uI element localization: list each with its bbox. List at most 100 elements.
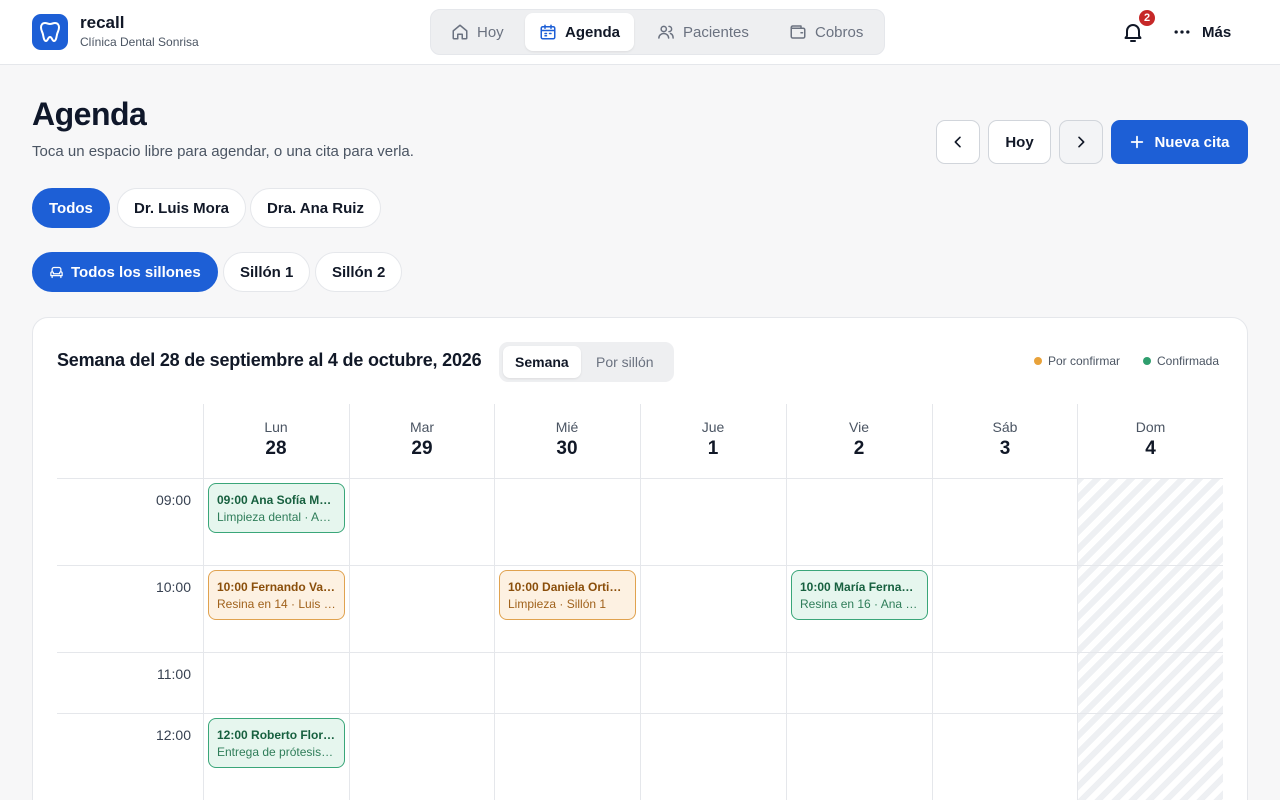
pending-dot-icon: [1034, 357, 1042, 365]
day-number: 3: [999, 438, 1011, 459]
home-icon: [452, 24, 468, 40]
filter-chair-todos[interactable]: Todos los sillones: [32, 252, 218, 292]
appointment-title: 10:00 Fernando Va…: [217, 580, 336, 594]
nav-item-pacientes[interactable]: Pacientes: [643, 13, 763, 51]
day-number: 1: [707, 438, 719, 459]
appointment-title: 12:00 Roberto Flor…: [217, 728, 336, 742]
legend-confirmed: Confirmada: [1143, 354, 1219, 368]
legend-label: Confirmada: [1157, 354, 1220, 368]
nav-item-hoy[interactable]: Hoy: [437, 13, 518, 51]
appointment-card[interactable]: 10:00 María Ferna… Resina en 16 · Ana R…: [791, 570, 928, 620]
day-header: Mié 30: [494, 404, 639, 478]
wallet-icon: [790, 25, 806, 39]
legend-label: Por confirmar: [1048, 354, 1121, 368]
top-bar: recall Clínica Dental Sonrisa Hoy Agenda…: [0, 0, 1280, 65]
appointment-title: 10:00 María Ferna…: [800, 580, 914, 594]
hour-label: 10:00: [155, 579, 191, 595]
day-header: Jue 1: [640, 404, 785, 478]
nav-label: Pacientes: [683, 23, 749, 41]
day-header: Dom 4: [1077, 404, 1223, 478]
week-title: Semana del 28 de septiembre al 4 de octu…: [57, 350, 482, 370]
day-name: Dom: [1135, 419, 1166, 435]
previous-week-button[interactable]: [936, 120, 980, 164]
row-divider: [57, 478, 1223, 479]
hour-label: 12:00: [155, 727, 191, 743]
day-number: 30: [556, 438, 578, 459]
chevron-left-icon: [954, 136, 961, 148]
calendar-card: Semana del 28 de septiembre al 4 de octu…: [32, 317, 1248, 800]
ellipsis-icon: [1174, 30, 1190, 34]
nav-item-agenda[interactable]: Agenda: [525, 13, 635, 51]
page-subtitle: Toca un espacio libre para agendar, o un…: [32, 143, 414, 160]
view-chair-tab[interactable]: Por sillón: [584, 346, 666, 378]
day-header: Sáb 3: [932, 404, 1077, 478]
next-week-button[interactable]: [1059, 120, 1103, 164]
brand-name: recall: [80, 13, 125, 32]
filter-doctor-todos[interactable]: Todos: [32, 188, 110, 228]
appointment-detail: Limpieza · Sillón 1: [508, 597, 607, 611]
filter-chair-2[interactable]: Sillón 2: [315, 252, 403, 292]
appointment-title: 09:00 Ana Sofía M…: [217, 493, 332, 507]
column-divider: [1077, 404, 1078, 800]
appointment-detail: Resina en 16 · Ana R…: [800, 597, 919, 611]
column-divider: [494, 404, 495, 800]
view-switch: Semana Por sillón: [499, 342, 674, 382]
column-divider: [203, 404, 204, 800]
day-header: Vie 2: [786, 404, 931, 478]
chip-label: Todos los sillones: [71, 263, 201, 281]
more-button[interactable]: Más: [1172, 20, 1231, 44]
new-appointment-button[interactable]: Nueva cita: [1111, 120, 1248, 164]
appointment-card[interactable]: 09:00 Ana Sofía M… Limpieza dental · A…: [208, 483, 345, 533]
view-week-tab[interactable]: Semana: [503, 346, 581, 378]
chevron-right-icon: [1078, 136, 1085, 148]
day-number: 4: [1145, 438, 1156, 459]
tooth-logo-icon[interactable]: [32, 14, 68, 50]
today-button[interactable]: Hoy: [988, 120, 1051, 164]
nav-label: Cobros: [815, 23, 864, 41]
day-name: Vie: [849, 419, 869, 435]
plus-icon: [1131, 135, 1144, 149]
page-title: Agenda: [32, 96, 147, 132]
column-divider: [786, 404, 787, 800]
column-divider: [640, 404, 641, 800]
appointment-detail: Entrega de prótesis…: [217, 745, 334, 759]
day-name: Jue: [701, 419, 725, 435]
main-nav: Hoy Agenda Pacientes Cobros: [430, 9, 885, 55]
appointment-card[interactable]: 12:00 Roberto Flor… Entrega de prótesis…: [208, 718, 345, 768]
filter-chair-1[interactable]: Sillón 1: [223, 252, 311, 292]
column-divider: [349, 404, 350, 800]
day-number: 2: [853, 438, 865, 459]
appointment-card[interactable]: 10:00 Daniela Ortiz… Limpieza · Sillón 1: [499, 570, 636, 620]
appointment-title: 10:00 Daniela Ortiz…: [508, 580, 627, 594]
row-divider: [57, 565, 1223, 566]
nav-item-cobros[interactable]: Cobros: [775, 13, 877, 51]
chair-icon: [50, 266, 63, 278]
filter-doctor-luis-mora[interactable]: Dr. Luis Mora: [117, 188, 247, 228]
appointment-detail: Limpieza dental · A…: [217, 510, 332, 524]
confirmed-dot-icon: [1143, 357, 1151, 365]
day-name: Lun: [264, 419, 288, 435]
brand: recall Clínica Dental Sonrisa: [80, 13, 199, 49]
day-name: Mié: [555, 419, 579, 435]
calendar-icon: [540, 24, 556, 40]
hour-label: 09:00: [155, 492, 191, 508]
day-header: Lun 28: [203, 404, 348, 478]
clinic-name: Clínica Dental Sonrisa: [80, 35, 199, 49]
users-icon: [658, 25, 674, 39]
day-header: Mar 29: [349, 404, 494, 478]
hour-label: 11:00: [157, 666, 191, 682]
day-number: 28: [265, 438, 287, 459]
column-divider: [932, 404, 933, 800]
new-appointment-label: Nueva cita: [1154, 133, 1230, 151]
day-number: 29: [411, 438, 433, 459]
notification-badge: 2: [1137, 8, 1157, 28]
day-name: Mar: [409, 419, 435, 435]
filter-doctor-ana-ruiz[interactable]: Dra. Ana Ruiz: [250, 188, 381, 228]
appointment-card[interactable]: 10:00 Fernando Va… Resina en 14 · Luis …: [208, 570, 345, 620]
nav-label: Agenda: [565, 23, 621, 41]
closed-day-hatch: [1077, 478, 1223, 800]
row-divider: [57, 652, 1223, 653]
appointment-detail: Resina en 14 · Luis …: [217, 597, 336, 611]
week-grid: Lun 28 Mar 29 Mié 30 Jue 1 Vie 2 Sáb 3 D…: [57, 404, 1223, 800]
row-divider: [57, 713, 1223, 714]
